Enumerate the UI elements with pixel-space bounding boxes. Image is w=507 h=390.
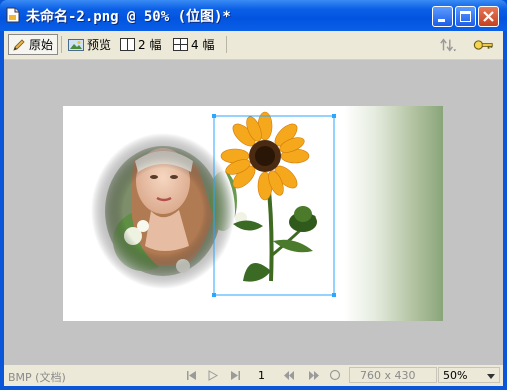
split-2-icon — [120, 38, 135, 51]
pencil-icon — [13, 38, 25, 51]
original-view-button[interactable]: 原始 — [8, 34, 58, 55]
maximize-button[interactable] — [455, 6, 476, 27]
app-window: 未命名-2.png @ 50% (位图)* 原始 预览 2 幅 4 幅 BMP … — [0, 0, 507, 390]
zoom-tool-button[interactable] — [470, 34, 498, 55]
zoom-value: 50% — [443, 369, 468, 382]
original-view-label: 原始 — [29, 38, 54, 52]
split-4-icon — [173, 38, 188, 51]
toolbar-separator — [61, 36, 62, 53]
preview-view-button[interactable]: 预览 — [65, 34, 115, 55]
view-toolbar: 原始 预览 2 幅 4 幅 — [4, 31, 503, 60]
document-icon — [6, 7, 20, 23]
two-up-view-label: 2 幅 — [138, 38, 162, 52]
two-up-view-button[interactable]: 2 幅 — [117, 34, 167, 55]
loop-icon[interactable] — [329, 369, 341, 381]
four-up-view-label: 4 幅 — [191, 38, 215, 52]
canvas-area[interactable] — [4, 60, 503, 365]
last-frame-icon[interactable] — [230, 370, 241, 381]
four-up-view-button[interactable]: 4 幅 — [170, 34, 222, 55]
chevron-down-icon — [487, 374, 495, 379]
dimensions-field[interactable]: 760 x 430 — [349, 367, 437, 383]
frame-number: 1 — [258, 369, 265, 382]
first-frame-icon[interactable] — [186, 370, 197, 381]
maximize-icon — [460, 11, 471, 22]
zoom-select[interactable]: 50% — [438, 367, 500, 383]
export-arrows-icon — [440, 37, 457, 52]
image-preview-icon — [68, 38, 84, 51]
document-client-area: 原始 预览 2 幅 4 幅 BMP (文档) 1 760 x 430 50% — [4, 31, 503, 386]
image-artwork — [91, 111, 336, 297]
dimensions-value: 760 x 430 — [360, 369, 416, 382]
document-image[interactable] — [63, 106, 443, 321]
close-button[interactable] — [478, 6, 499, 27]
minimize-button[interactable] — [432, 6, 453, 27]
title-bar[interactable]: 未命名-2.png @ 50% (位图)* — [0, 0, 507, 31]
next-frame-icon[interactable] — [308, 370, 320, 381]
document-type-label: BMP (文档) — [8, 371, 66, 384]
preview-view-label: 预览 — [87, 38, 112, 52]
toolbar-separator — [226, 36, 227, 53]
export-options-button[interactable] — [436, 34, 460, 55]
previous-frame-icon[interactable] — [283, 370, 295, 381]
key-magnifier-icon — [473, 39, 493, 50]
close-icon — [483, 11, 494, 22]
window-title: 未命名-2.png @ 50% (位图)* — [26, 9, 231, 25]
minimize-icon — [438, 19, 445, 22]
play-icon[interactable] — [207, 370, 218, 381]
status-bar: BMP (文档) 1 760 x 430 50% — [4, 365, 503, 386]
